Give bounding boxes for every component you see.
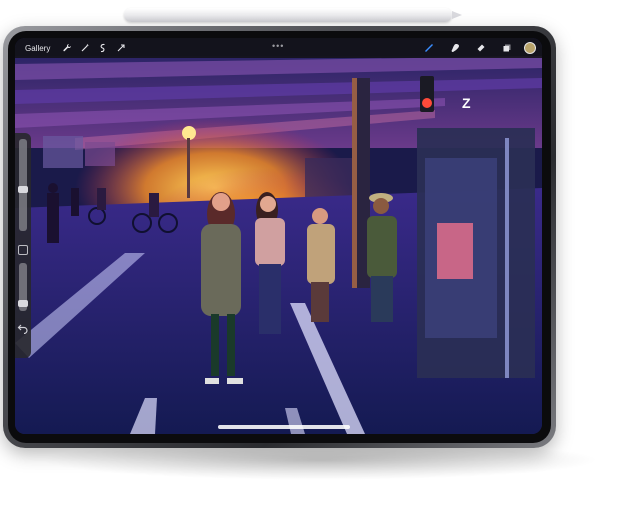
opacity-slider[interactable]	[18, 263, 28, 311]
brush-size-thumb[interactable]	[18, 186, 28, 193]
ipad-device: Z Gallery •••	[3, 26, 556, 448]
gallery-button[interactable]: Gallery	[25, 44, 50, 53]
bus-stop-shelter: Z	[417, 95, 535, 378]
ipad-screen: Z Gallery •••	[15, 38, 542, 434]
traffic-light	[420, 76, 434, 112]
selection-icon[interactable]	[94, 40, 112, 56]
sign-text: Z	[462, 95, 471, 111]
smudge-icon[interactable]	[442, 40, 468, 56]
color-picker-swatch[interactable]	[524, 42, 536, 54]
transform-arrow-icon[interactable]	[112, 40, 130, 56]
procreate-toolbar: Gallery •••	[15, 38, 542, 58]
eraser-icon[interactable]	[468, 40, 494, 56]
opacity-thumb[interactable]	[18, 300, 28, 307]
canvas-artwork[interactable]: Z	[15, 38, 542, 434]
poster-panel	[437, 223, 473, 279]
modify-button[interactable]	[18, 245, 28, 255]
home-indicator[interactable]	[218, 425, 350, 429]
apple-pencil	[124, 8, 452, 22]
brush-icon[interactable]	[416, 40, 442, 56]
brush-size-slider[interactable]	[18, 139, 28, 231]
more-dots-icon[interactable]: •••	[272, 41, 284, 51]
procreate-sidebar	[15, 133, 31, 358]
wrench-icon[interactable]	[58, 40, 76, 56]
layers-icon[interactable]	[494, 40, 520, 56]
apple-pencil-tip	[452, 11, 462, 19]
undo-arrow-icon[interactable]	[17, 321, 29, 335]
magic-wand-icon[interactable]	[76, 40, 94, 56]
